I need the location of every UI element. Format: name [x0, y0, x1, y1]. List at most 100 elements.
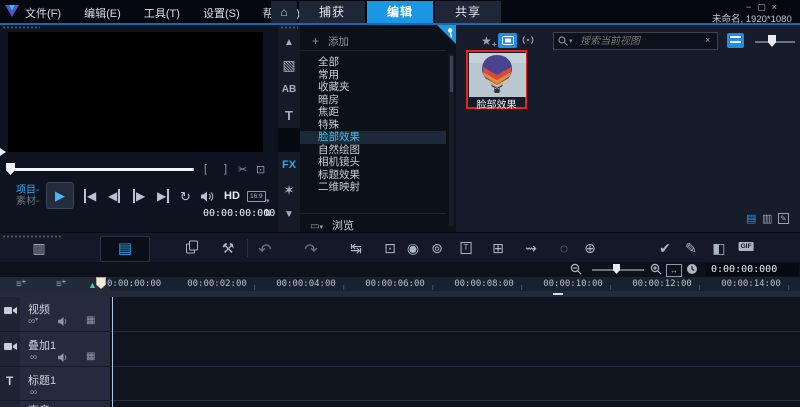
mask-creator-button[interactable]: ◌ [560, 240, 568, 256]
track-manager-icon[interactable]: ≡+ [16, 279, 26, 290]
category-scrollbar-thumb[interactable] [450, 56, 453, 92]
color-adjust-button[interactable]: ◧ [712, 240, 725, 257]
utility-tools-button[interactable]: ⚒ [222, 240, 235, 257]
search-caret-icon[interactable]: ▾ [569, 37, 573, 45]
copy-button[interactable] [186, 240, 199, 254]
timeline-view-button[interactable]: ▤ [100, 236, 150, 262]
go-start-button[interactable]: ◀ [84, 189, 96, 203]
category-darkroom[interactable]: 暗房 [300, 94, 446, 107]
category-title-effect[interactable]: 标题效果 [300, 169, 446, 182]
subtitle-editor-button[interactable]: T [461, 242, 472, 254]
timeline-scrollbar-thumb[interactable] [553, 293, 563, 295]
gallery-view-toggle[interactable] [727, 33, 744, 48]
audio-filter-toggle[interactable] [519, 33, 538, 48]
volume-icon[interactable] [201, 191, 214, 202]
mark-out-icon[interactable]: ] [224, 163, 227, 175]
track-link-icon[interactable]: ∞ [30, 387, 37, 398]
tab-share[interactable]: 共享 [435, 1, 501, 23]
menu-tools[interactable]: 工具(T) [144, 8, 180, 20]
split-screen-button[interactable]: ⊞ [492, 240, 504, 257]
mode-project[interactable]: 项目- [16, 185, 39, 196]
track-mute-icon[interactable] [58, 353, 69, 362]
media-library-icon[interactable]: ▧ [278, 58, 300, 72]
transitions-library-icon[interactable]: AB [278, 84, 300, 95]
menu-edit[interactable]: 编辑(E) [84, 8, 121, 20]
title-library-icon[interactable]: T [278, 108, 300, 123]
track-transparency-icon[interactable]: ▦ [86, 351, 95, 362]
panel-grip[interactable] [2, 26, 40, 29]
undo-button[interactable]: ↶ [258, 240, 271, 260]
painting-creator-button[interactable]: ✎ [685, 240, 697, 257]
scroll-up-icon[interactable]: ▲ [278, 38, 300, 48]
track-content-area[interactable] [110, 297, 800, 407]
snapshot-icon[interactable]: ⊡ [256, 163, 265, 176]
add-to-favorites-icon[interactable]: ★ [481, 34, 492, 48]
batch-convert-button[interactable]: ✔ [659, 240, 671, 257]
gallery-films-icon[interactable]: ▥ [762, 212, 772, 225]
title-bar: 文件(F) 编辑(E) 工具(T) 设置(S) 帮助(H) ⌂ 捕获 编辑 共享… [0, 0, 800, 25]
add-category-row[interactable]: + 添加 [300, 34, 446, 51]
go-end-button[interactable]: ▶ [157, 189, 169, 203]
fit-timeline-icon[interactable]: ↔ [666, 264, 682, 277]
motion-tracking-button[interactable]: ⇝ [525, 240, 537, 257]
zoom-out-icon[interactable] [570, 263, 582, 275]
tab-edit[interactable]: 编辑 [367, 1, 433, 23]
stabilizer-button[interactable]: ⊕ [584, 240, 596, 257]
mark-in-icon[interactable]: [ [204, 163, 207, 175]
aspect-ratio-button[interactable]: 16:9 [247, 191, 266, 202]
plus-glyph: + [22, 279, 26, 286]
storyboard-view-button[interactable]: ▥ [32, 240, 45, 257]
video-filter-toggle[interactable] [498, 33, 517, 48]
category-2d-mapping[interactable]: 二维映射 [300, 181, 446, 194]
menu-settings[interactable]: 设置(S) [203, 8, 240, 20]
track-link-icon[interactable]: ∞▾ [28, 316, 38, 327]
track-divider [110, 366, 800, 367]
tab-capture[interactable]: 捕获 [299, 1, 365, 23]
play-button[interactable]: ▶ [46, 182, 74, 209]
redo-button[interactable]: ↷ [304, 240, 317, 260]
scrubber-track[interactable] [14, 168, 194, 171]
project-duration-icon[interactable] [686, 263, 698, 275]
prev-frame-button[interactable]: ◀ [108, 189, 120, 203]
category-special[interactable]: 特殊 [300, 119, 446, 132]
category-all[interactable]: 全部 [300, 56, 446, 69]
hd-toggle[interactable]: HD [224, 190, 240, 202]
add-track-icon[interactable]: ≡+ [56, 279, 66, 290]
aspect-caret-icon[interactable]: ▾ [266, 197, 270, 205]
filter-library-icon[interactable]: FX [278, 159, 300, 171]
category-common[interactable]: 常用 [300, 69, 446, 82]
mode-clip[interactable]: 素材- [16, 196, 39, 207]
timecode-spinner-icon[interactable]: ⇅ [264, 208, 272, 219]
category-face-effect[interactable]: 脸部效果 [300, 131, 446, 144]
category-favorites[interactable]: 收藏夹 [300, 81, 446, 94]
instant-effect-icon[interactable]: ✶ [278, 183, 300, 197]
loop-button[interactable]: ↻ [180, 189, 191, 205]
track-transparency-icon[interactable]: ▦ [86, 315, 95, 326]
panel-grip[interactable] [280, 26, 298, 29]
gif-creator-button[interactable]: GIF [739, 242, 754, 251]
ripple-edit-button[interactable]: ⊡ [384, 240, 396, 257]
record-capture-button[interactable]: ◉ [407, 240, 419, 257]
playhead-line[interactable] [112, 297, 113, 407]
fit-project-button[interactable]: ↹ [350, 240, 362, 257]
scroll-down-icon[interactable]: ▼ [278, 210, 300, 220]
caret-glyph: ▾ [35, 317, 38, 323]
next-frame-button[interactable]: ▶ [133, 189, 145, 203]
browse-row[interactable]: ▭▾ 浏览 [300, 213, 446, 233]
search-clear-icon[interactable]: × [705, 35, 710, 45]
zoom-in-icon[interactable] [650, 263, 662, 275]
menu-file[interactable]: 文件(F) [25, 8, 61, 20]
library-panel-icon[interactable]: ▤ [746, 212, 756, 225]
instant-project-button[interactable]: ⊚ [431, 240, 443, 257]
category-focus[interactable]: 焦距 [300, 106, 446, 119]
search-input[interactable] [578, 34, 692, 48]
category-natural-paint[interactable]: 自然绘图 [300, 144, 446, 157]
search-icon[interactable] [558, 36, 568, 46]
panel-grip[interactable] [2, 235, 62, 238]
track-mute-icon[interactable] [58, 317, 69, 326]
split-scissors-icon[interactable]: ✂ [238, 163, 247, 176]
category-camera-lens[interactable]: 相机镜头 [300, 156, 446, 169]
track-link-icon[interactable]: ∞ [30, 352, 37, 363]
home-button[interactable]: ⌂ [271, 1, 297, 23]
edit-gallery-icon[interactable]: ✎ [778, 213, 789, 224]
